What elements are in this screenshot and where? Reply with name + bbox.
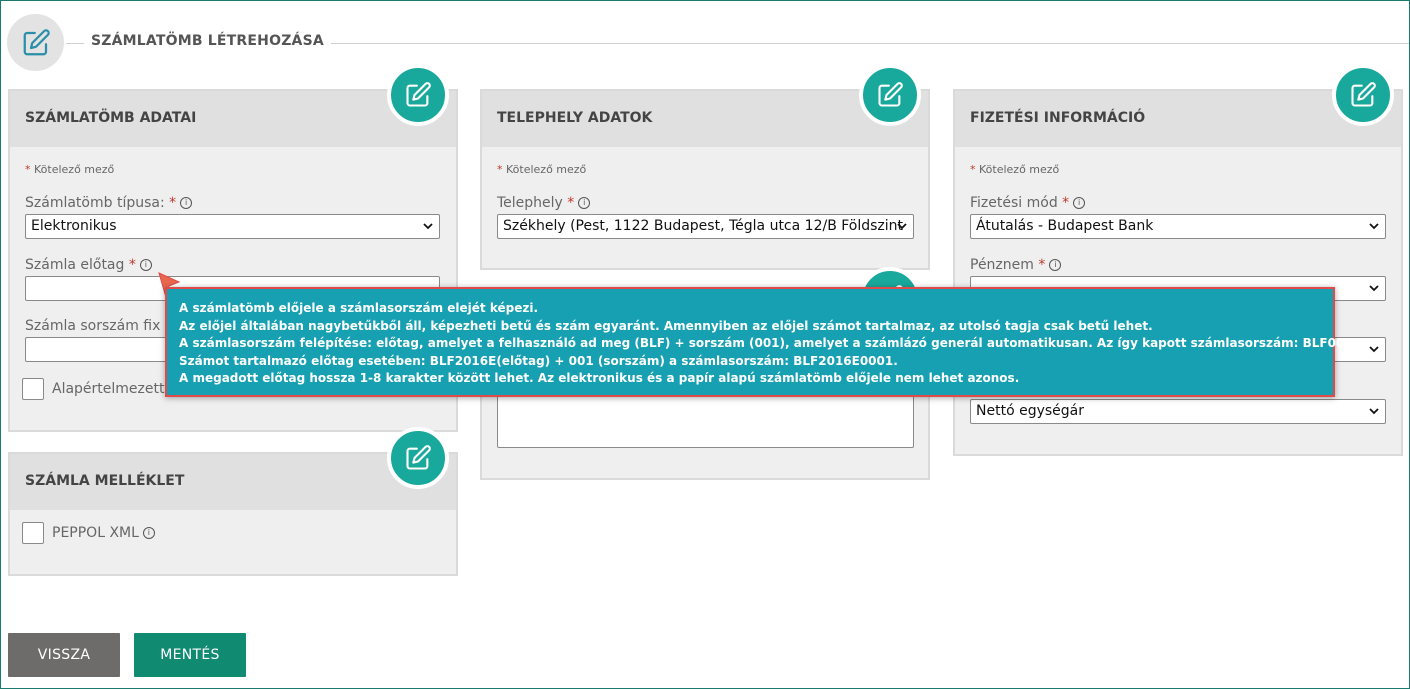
page-header-edit-icon [7,14,64,71]
required-note: * Kötelező mező [25,163,115,176]
attachment-edit-button[interactable] [387,427,449,489]
default-checkbox-label: Alapértelmezett [52,381,165,397]
edit-icon [1351,82,1376,107]
required-note: * Kötelező mező [497,163,587,176]
info-icon[interactable]: i [139,259,152,271]
info-icon[interactable]: i [578,197,591,209]
payment-method-label: Fizetési mód * i [970,195,1086,211]
save-button[interactable]: MENTÉS [134,633,246,677]
payment-edit-button[interactable] [1332,64,1394,126]
tooltip-line: Számot tartalmazó előtag esetében: BLF20… [179,353,898,368]
peppol-checkbox[interactable] [22,522,44,544]
invoice-serial-label: Számla sorszám fix s [25,318,173,334]
tooltip-line: A számlatömb előjele a számlasorszám ele… [179,301,538,315]
invoice-type-select[interactable]: Elektronikus [25,214,440,239]
required-note: * Kötelező mező [970,163,1060,176]
tooltip-line: A számlasorszám felépítése: előtag, amel… [179,336,1358,350]
invoice-block-edit-button[interactable] [387,64,449,126]
prefix-help-tooltip: A számlatömb előjele a számlasorszám ele… [165,287,1358,397]
chevron-down-icon [897,223,907,230]
chevron-down-icon [1369,223,1379,230]
site-label: Telephely * i [497,195,591,211]
tooltip-line: A megadott előtag hossza 1-8 karakter kö… [179,371,1020,385]
chevron-down-icon [1369,346,1379,353]
invoice-type-label: Számlatömb típusa: * i [25,195,193,211]
chevron-down-icon [1369,285,1379,292]
edit-icon [406,82,431,107]
info-icon[interactable]: i [1073,197,1086,209]
site-select[interactable]: Székhely (Pest, 1122 Budapest, Tégla utc… [497,214,914,239]
info-icon[interactable]: i [180,197,193,209]
site-edit-button[interactable] [859,64,921,126]
back-button[interactable]: VISSZA [8,633,120,677]
invoice-prefix-label: Számla előtag * i [25,257,152,273]
payment-method-select[interactable]: Átutalás - Budapest Bank [970,214,1386,239]
currency-label: Pénznem * i [970,257,1062,273]
info-icon[interactable]: i [142,527,155,539]
peppol-label: PEPPOL XML i [52,525,155,541]
tooltip-line: Az előjel általában nagybetűkből áll, ké… [179,318,1153,333]
default-checkbox[interactable] [22,378,44,400]
chevron-down-icon [423,223,433,230]
edit-icon [406,445,431,470]
site-panel: TELEPHELY ADATOK [480,89,930,270]
chevron-down-icon [1369,408,1379,415]
edit-icon [878,82,903,107]
page-title: SZÁMLATÖMB LÉTREHOZÁSA [84,33,331,49]
price-type-select[interactable]: Nettó egységár [970,399,1386,424]
info-icon[interactable]: i [1049,259,1062,271]
